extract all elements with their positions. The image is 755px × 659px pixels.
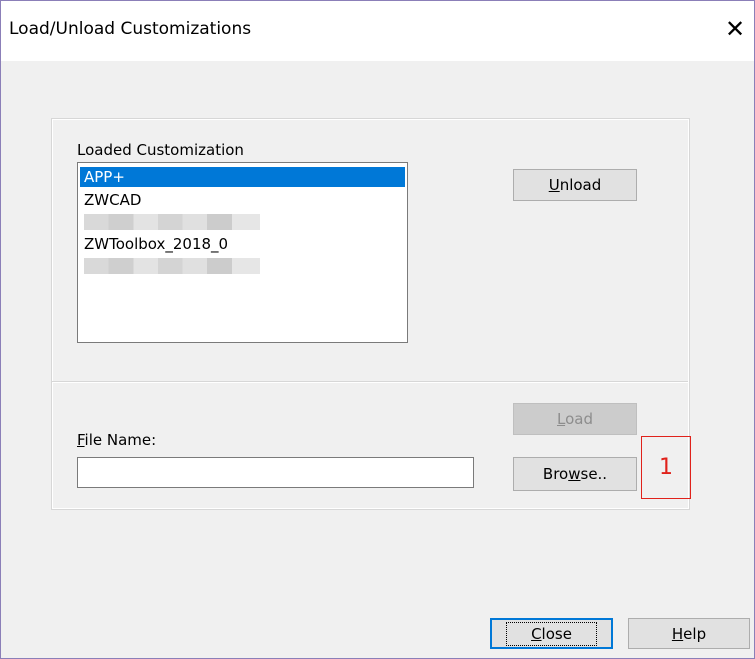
redacted-text-block — [84, 258, 260, 274]
list-item-zwtoolbox[interactable]: ZWToolbox_2018_0 — [80, 233, 405, 255]
redacted-text-block — [84, 214, 260, 230]
unload-button-label: Unload — [548, 176, 602, 194]
file-name-label: File Name: — [77, 431, 157, 449]
help-button[interactable]: Help — [628, 618, 750, 649]
list-item-app-plus[interactable]: APP+ — [80, 167, 405, 187]
browse-button-label: Browse.. — [542, 465, 608, 483]
close-icon[interactable]: ✕ — [720, 11, 750, 47]
annotation-callout-1: 1 — [641, 436, 691, 499]
list-item-redacted[interactable] — [80, 211, 405, 233]
loaded-customization-list[interactable]: APP+ ZWCAD ZWToolbox_2018_0 — [77, 162, 408, 343]
group-divider — [52, 381, 688, 383]
load-button-label: Load — [557, 410, 593, 428]
unload-button[interactable]: Unload — [513, 169, 637, 201]
file-name-input[interactable] — [77, 457, 474, 488]
loaded-customization-label: Loaded Customization — [77, 141, 244, 159]
dialog-window: Load/Unload Customizations ✕ Loaded Cust… — [0, 0, 755, 659]
dialog-title: Load/Unload Customizations — [9, 19, 252, 39]
list-item-redacted[interactable] — [80, 255, 405, 277]
help-button-label: Help — [671, 624, 707, 643]
close-button[interactable]: Close — [490, 618, 613, 649]
title-bar: Load/Unload Customizations ✕ — [1, 1, 754, 61]
list-item-zwcad[interactable]: ZWCAD — [80, 189, 405, 211]
close-button-label: Close — [506, 621, 597, 646]
load-button[interactable]: Load — [513, 403, 637, 435]
browse-button[interactable]: Browse.. — [513, 457, 637, 491]
